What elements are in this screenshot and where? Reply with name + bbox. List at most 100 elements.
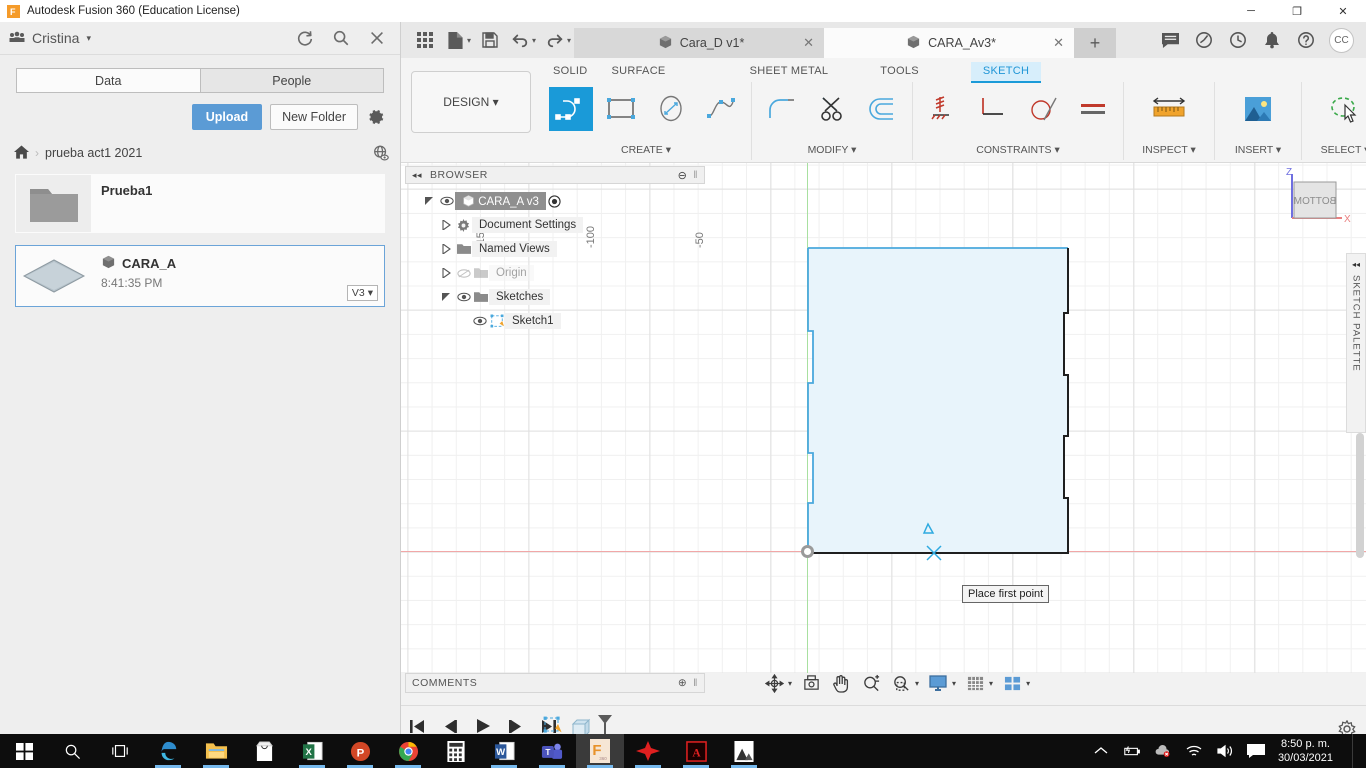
search-button[interactable] [48, 734, 96, 768]
canvas-scrollbar[interactable] [1356, 433, 1364, 558]
pan-icon[interactable] [828, 670, 854, 696]
save-icon[interactable] [476, 25, 504, 55]
tree-node-named-views[interactable]: Named Views [405, 237, 705, 261]
close-icon[interactable] [368, 29, 386, 47]
sketch-dimension-icon[interactable] [921, 87, 965, 131]
workspace-switcher[interactable]: DESIGN ▾ [411, 71, 531, 133]
expander-expanded-icon[interactable] [438, 292, 455, 302]
ribbon-tab-tools[interactable]: TOOLS [868, 62, 931, 83]
close-button[interactable]: ✕ [1320, 0, 1366, 22]
grid-snaps-icon[interactable] [962, 670, 988, 696]
circle-icon[interactable] [649, 87, 693, 131]
offset-icon[interactable] [860, 87, 904, 131]
battery-icon[interactable] [1123, 742, 1141, 760]
avatar[interactable]: CC [1329, 27, 1354, 53]
resize-grip[interactable]: ‖ [693, 170, 698, 181]
word-icon[interactable]: W [480, 734, 528, 768]
tab-data[interactable]: Data [16, 68, 200, 93]
tree-node-document-settings[interactable]: Document Settings [405, 213, 705, 237]
chevron-down-icon[interactable]: ▾ [989, 679, 993, 688]
microsoft-store-icon[interactable] [240, 734, 288, 768]
new-tab-button[interactable]: + [1074, 28, 1117, 58]
zoom-icon[interactable] [858, 670, 884, 696]
cloud-sync-error-icon[interactable] [1154, 742, 1172, 760]
close-icon[interactable]: ✕ [1053, 35, 1064, 51]
show-desktop-button[interactable] [1352, 734, 1358, 768]
sketch-line-icon[interactable] [549, 87, 593, 131]
new-document-icon[interactable] [441, 25, 469, 55]
comment-icon[interactable] [1159, 29, 1181, 51]
chevron-down-icon[interactable]: ▾ [952, 679, 956, 688]
chevron-down-icon[interactable]: ▾ [1026, 679, 1030, 688]
chevron-down-icon[interactable]: ▾ [567, 36, 571, 45]
undo-icon[interactable] [506, 25, 534, 55]
chevron-down-icon[interactable]: ▾ [1276, 144, 1281, 156]
visibility-eye-icon[interactable] [455, 292, 472, 302]
collapse-all-icon[interactable]: ⊖ [678, 169, 688, 182]
viewcube[interactable]: Z X BOTTOM [1280, 166, 1358, 238]
visibility-hidden-eye-icon[interactable] [455, 268, 472, 279]
autodesk-icon[interactable] [624, 734, 672, 768]
expander-collapsed-icon[interactable] [438, 244, 455, 254]
close-icon[interactable]: ✕ [803, 35, 814, 51]
chevron-down-icon[interactable]: ▾ [532, 36, 536, 45]
search-icon[interactable] [332, 29, 350, 47]
minimize-button[interactable]: ─ [1228, 0, 1274, 22]
tree-node-cara-a[interactable]: CARA_A v3 [405, 189, 705, 213]
look-at-icon[interactable] [798, 670, 824, 696]
select-cursor-icon[interactable] [1323, 87, 1366, 131]
maximize-button[interactable]: ❐ [1274, 0, 1320, 22]
recent-icon[interactable] [1227, 29, 1249, 51]
fillet-icon[interactable] [760, 87, 804, 131]
document-tab-cara-a[interactable]: CARA_Av3* ✕ [824, 28, 1075, 58]
equal-icon[interactable] [1071, 87, 1115, 131]
visibility-eye-icon[interactable] [438, 196, 455, 206]
chevron-down-icon[interactable]: ▾ [467, 36, 471, 45]
refresh-icon[interactable] [296, 29, 314, 47]
viewports-icon[interactable] [999, 670, 1025, 696]
document-tab-cara-d[interactable]: Cara_D v1* ✕ [574, 28, 825, 58]
chevron-down-icon[interactable]: ▾ [1054, 144, 1059, 156]
home-icon[interactable] [14, 144, 29, 162]
visibility-eye-icon[interactable] [471, 316, 488, 326]
ribbon-tab-surface[interactable]: SURFACE [600, 62, 678, 83]
breadcrumb-path[interactable]: prueba act1 2021 [45, 146, 142, 160]
chevron-down-icon[interactable]: ▾ [1190, 144, 1195, 156]
collapse-icon[interactable]: ◂◂ [412, 170, 422, 181]
list-item[interactable]: Prueba1 [15, 174, 385, 233]
volume-icon[interactable] [1216, 742, 1234, 760]
collapse-icon[interactable]: ◂◂ [1352, 260, 1360, 269]
redo-icon[interactable] [541, 25, 569, 55]
new-folder-button[interactable]: New Folder [270, 104, 358, 130]
upload-button[interactable]: Upload [191, 104, 263, 130]
comments-panel[interactable]: COMMENTS ⊕ ‖ [405, 673, 705, 693]
photos-icon[interactable] [720, 734, 768, 768]
version-badge[interactable]: V3 ▾ [346, 285, 378, 301]
chevron-down-icon[interactable]: ▾ [86, 33, 91, 44]
team-name[interactable]: Cristina [32, 30, 79, 46]
help-icon[interactable] [1295, 29, 1317, 51]
gear-icon[interactable] [366, 107, 386, 127]
taskbar-clock[interactable]: 8:50 p. m. 30/03/2021 [1278, 737, 1339, 765]
powerpoint-icon[interactable]: P [336, 734, 384, 768]
list-item[interactable]: CARA_A 8:41:35 PM V3 ▾ [15, 245, 385, 307]
orbit-icon[interactable] [761, 670, 787, 696]
tree-node-sketches[interactable]: Sketches [405, 285, 705, 309]
acrobat-reader-icon[interactable]: A [672, 734, 720, 768]
start-button[interactable] [0, 734, 48, 768]
tree-node-sketch1[interactable]: Sketch1 [405, 309, 705, 333]
notification-bell-icon[interactable] [1261, 29, 1283, 51]
app-grid-icon[interactable] [411, 25, 439, 55]
chevron-down-icon[interactable]: ▾ [851, 144, 856, 156]
file-explorer-icon[interactable] [192, 734, 240, 768]
rectangle-icon[interactable] [599, 87, 643, 131]
horizontal-vertical-icon[interactable] [971, 87, 1015, 131]
resize-grip[interactable]: ‖ [693, 677, 698, 689]
chrome-icon[interactable] [384, 734, 432, 768]
task-view-button[interactable] [96, 734, 144, 768]
ribbon-tab-solid[interactable]: SOLID [541, 62, 600, 83]
expander-collapsed-icon[interactable] [438, 220, 455, 230]
job-status-icon[interactable] [1193, 29, 1215, 51]
expander-collapsed-icon[interactable] [438, 268, 455, 278]
insert-image-icon[interactable] [1236, 87, 1280, 131]
